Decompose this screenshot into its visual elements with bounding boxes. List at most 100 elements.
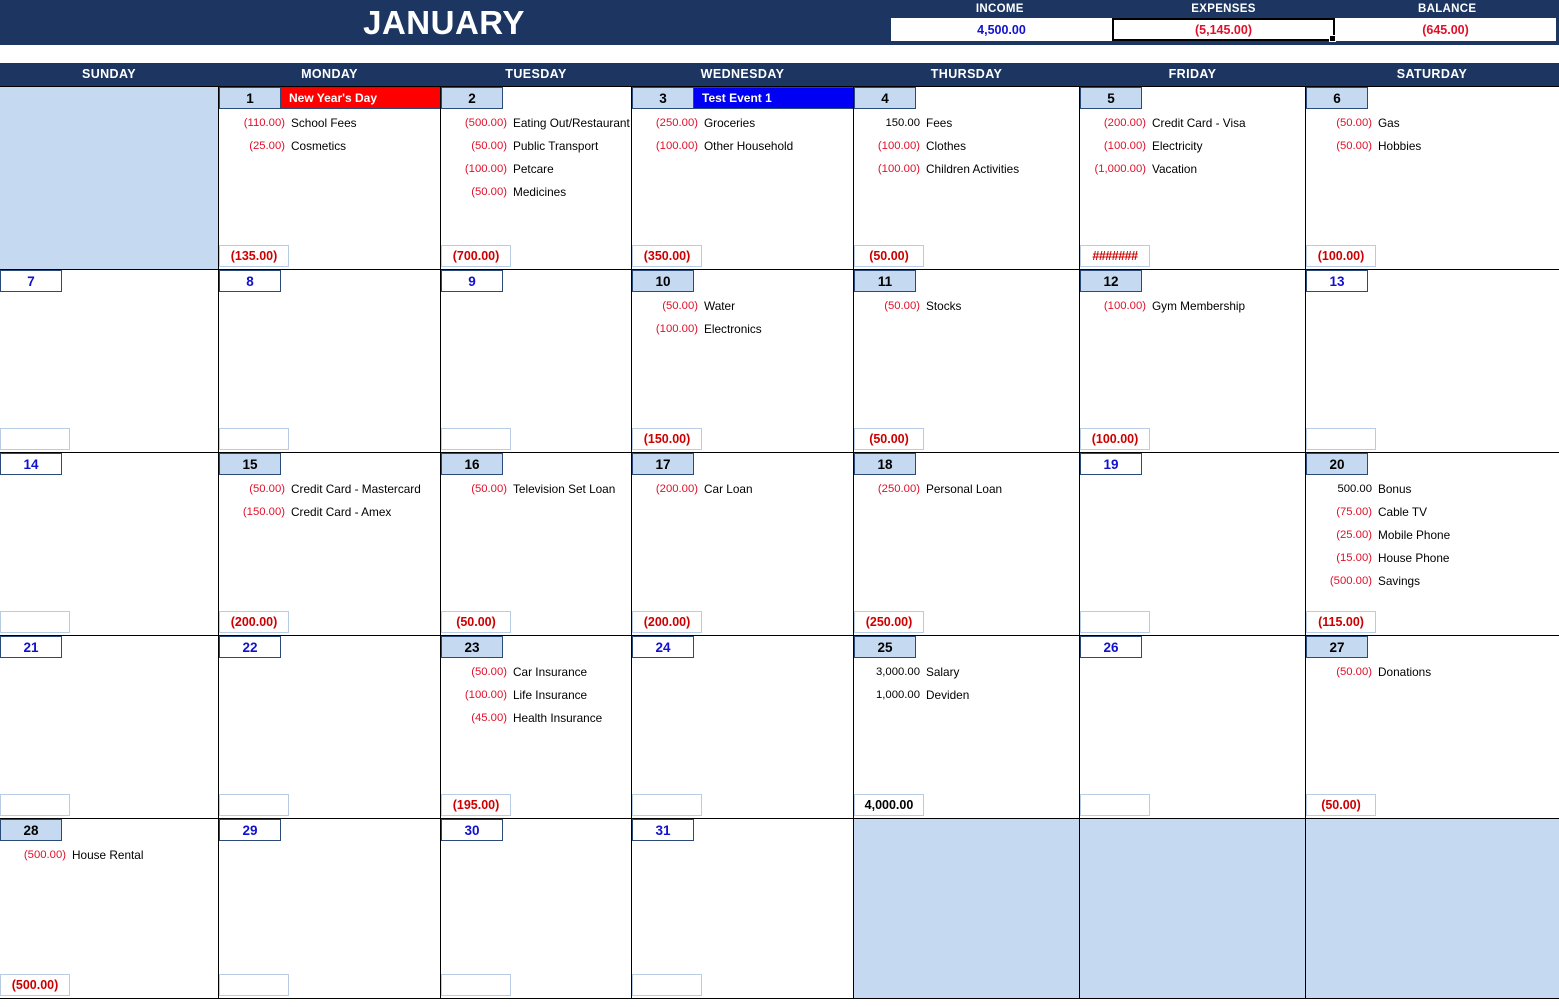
day-total-19[interactable]: [1080, 611, 1150, 633]
entry-row[interactable]: (45.00) Health Insurance: [441, 706, 631, 729]
day-total-30[interactable]: [441, 974, 511, 996]
day-total-1[interactable]: (135.00): [219, 245, 289, 267]
entry-row[interactable]: (100.00) Life Insurance: [441, 683, 631, 706]
day-cell-4[interactable]: 4 150.00 Fees (100.00) Clothes (100.00) Childr…: [854, 87, 1080, 269]
day-number-25[interactable]: 25: [854, 636, 916, 658]
day-total-17[interactable]: (200.00): [632, 611, 702, 633]
entry-row[interactable]: (100.00) Children Activities: [854, 157, 1079, 180]
day-total-24[interactable]: [632, 794, 702, 816]
day-cell-22[interactable]: 22: [219, 636, 441, 818]
entry-row[interactable]: (50.00) Medicines: [441, 180, 631, 203]
day-number-17[interactable]: 17: [632, 453, 694, 475]
entry-row[interactable]: 500.00 Bonus: [1306, 477, 1559, 500]
day-number-18[interactable]: 18: [854, 453, 916, 475]
entry-row[interactable]: 3,000.00 Salary: [854, 660, 1079, 683]
entry-row[interactable]: (15.00) House Phone: [1306, 546, 1559, 569]
day-cell-3[interactable]: 3 Test Event 1 (250.00) Groceries (100.00) Ot…: [632, 87, 854, 269]
day-total-29[interactable]: [219, 974, 289, 996]
day-total-15[interactable]: (200.00): [219, 611, 289, 633]
day-cell-12[interactable]: 12 (100.00) Gym Membership (100.00): [1080, 270, 1306, 452]
summary-value-expenses[interactable]: (5,145.00): [1112, 18, 1336, 42]
summary-value-income[interactable]: 4,500.00: [891, 18, 1112, 41]
day-number-9[interactable]: 9: [441, 270, 503, 292]
day-cell-14[interactable]: 14: [0, 453, 219, 635]
day-cell-17[interactable]: 17 (200.00) Car Loan (200.00): [632, 453, 854, 635]
entry-row[interactable]: (100.00) Electricity: [1080, 134, 1305, 157]
day-total-31[interactable]: [632, 974, 702, 996]
day-total-16[interactable]: (50.00): [441, 611, 511, 633]
day-total-6[interactable]: (100.00): [1306, 245, 1376, 267]
day-number-19[interactable]: 19: [1080, 453, 1142, 475]
day-cell-27[interactable]: 27 (50.00) Donations (50.00): [1306, 636, 1559, 818]
day-number-26[interactable]: 26: [1080, 636, 1142, 658]
day-cell-26[interactable]: 26: [1080, 636, 1306, 818]
entry-row[interactable]: (50.00) Public Transport: [441, 134, 631, 157]
entry-row[interactable]: 150.00 Fees: [854, 111, 1079, 134]
day-total-22[interactable]: [219, 794, 289, 816]
day-number-7[interactable]: 7: [0, 270, 62, 292]
day-number-29[interactable]: 29: [219, 819, 281, 841]
entry-row[interactable]: (50.00) Hobbies: [1306, 134, 1559, 157]
entry-row[interactable]: (75.00) Cable TV: [1306, 500, 1559, 523]
day-cell-20[interactable]: 20 500.00 Bonus (75.00) Cable TV (25.00) Mobil…: [1306, 453, 1559, 635]
day-cell-7[interactable]: 7: [0, 270, 219, 452]
entry-row[interactable]: (50.00) Donations: [1306, 660, 1559, 683]
day-total-9[interactable]: [441, 428, 511, 450]
day-cell-1[interactable]: 1 New Year's Day (110.00) School Fees (25.00…: [219, 87, 441, 269]
entry-row[interactable]: (50.00) Gas: [1306, 111, 1559, 134]
day-cell-28[interactable]: 28 (500.00) House Rental (500.00): [0, 819, 219, 998]
day-total-18[interactable]: (250.00): [854, 611, 924, 633]
day-number-23[interactable]: 23: [441, 636, 503, 658]
entry-row[interactable]: (250.00) Personal Loan: [854, 477, 1079, 500]
day-cell-18[interactable]: 18 (250.00) Personal Loan (250.00): [854, 453, 1080, 635]
entry-row[interactable]: (100.00) Petcare: [441, 157, 631, 180]
day-cell-30[interactable]: 30: [441, 819, 632, 998]
day-total-14[interactable]: [0, 611, 70, 633]
entry-row[interactable]: (50.00) Credit Card - Mastercard: [219, 477, 440, 500]
day-cell-5[interactable]: 5 (200.00) Credit Card - Visa (100.00) Elect…: [1080, 87, 1306, 269]
day-total-2[interactable]: (700.00): [441, 245, 511, 267]
day-cell-31[interactable]: 31: [632, 819, 854, 998]
day-cell-25[interactable]: 25 3,000.00 Salary 1,000.00 Deviden 4,000.00: [854, 636, 1080, 818]
day-cell-15[interactable]: 15 (50.00) Credit Card - Mastercard (150.00…: [219, 453, 441, 635]
day-cell-9[interactable]: 9: [441, 270, 632, 452]
day-number-3[interactable]: 3: [632, 87, 694, 109]
day-cell-21[interactable]: 21: [0, 636, 219, 818]
entry-row[interactable]: (500.00) Savings: [1306, 569, 1559, 592]
entry-row[interactable]: (100.00) Clothes: [854, 134, 1079, 157]
entry-row[interactable]: (100.00) Gym Membership: [1080, 294, 1305, 317]
day-total-4[interactable]: (50.00): [854, 245, 924, 267]
day-cell-8[interactable]: 8: [219, 270, 441, 452]
entry-row[interactable]: (50.00) Stocks: [854, 294, 1079, 317]
entry-row[interactable]: (50.00) Car Insurance: [441, 660, 631, 683]
day-number-6[interactable]: 6: [1306, 87, 1368, 109]
day-cell-16[interactable]: 16 (50.00) Television Set Loan (50.00): [441, 453, 632, 635]
day-number-10[interactable]: 10: [632, 270, 694, 292]
day-total-28[interactable]: (500.00): [0, 974, 70, 996]
day-number-20[interactable]: 20: [1306, 453, 1368, 475]
day-total-3[interactable]: (350.00): [632, 245, 702, 267]
day-cell-29[interactable]: 29: [219, 819, 441, 998]
day-number-4[interactable]: 4: [854, 87, 916, 109]
entry-row[interactable]: (200.00) Credit Card - Visa: [1080, 111, 1305, 134]
entry-row[interactable]: (110.00) School Fees: [219, 111, 440, 134]
day-number-12[interactable]: 12: [1080, 270, 1142, 292]
day-total-13[interactable]: [1306, 428, 1376, 450]
day-total-26[interactable]: [1080, 794, 1150, 816]
event-banner[interactable]: Test Event 1: [694, 87, 853, 109]
day-cell-2[interactable]: 2 (500.00) Eating Out/Restaurant (50.00) Pub…: [441, 87, 632, 269]
day-number-30[interactable]: 30: [441, 819, 503, 841]
day-number-11[interactable]: 11: [854, 270, 916, 292]
entry-row[interactable]: (200.00) Car Loan: [632, 477, 853, 500]
day-number-8[interactable]: 8: [219, 270, 281, 292]
day-cell-19[interactable]: 19: [1080, 453, 1306, 635]
day-total-20[interactable]: (115.00): [1306, 611, 1376, 633]
day-number-28[interactable]: 28: [0, 819, 62, 841]
entry-row[interactable]: (100.00) Electronics: [632, 317, 853, 340]
day-total-8[interactable]: [219, 428, 289, 450]
entry-row[interactable]: 1,000.00 Deviden: [854, 683, 1079, 706]
day-number-5[interactable]: 5: [1080, 87, 1142, 109]
entry-row[interactable]: (150.00) Credit Card - Amex: [219, 500, 440, 523]
event-banner[interactable]: New Year's Day: [281, 87, 440, 109]
day-number-16[interactable]: 16: [441, 453, 503, 475]
